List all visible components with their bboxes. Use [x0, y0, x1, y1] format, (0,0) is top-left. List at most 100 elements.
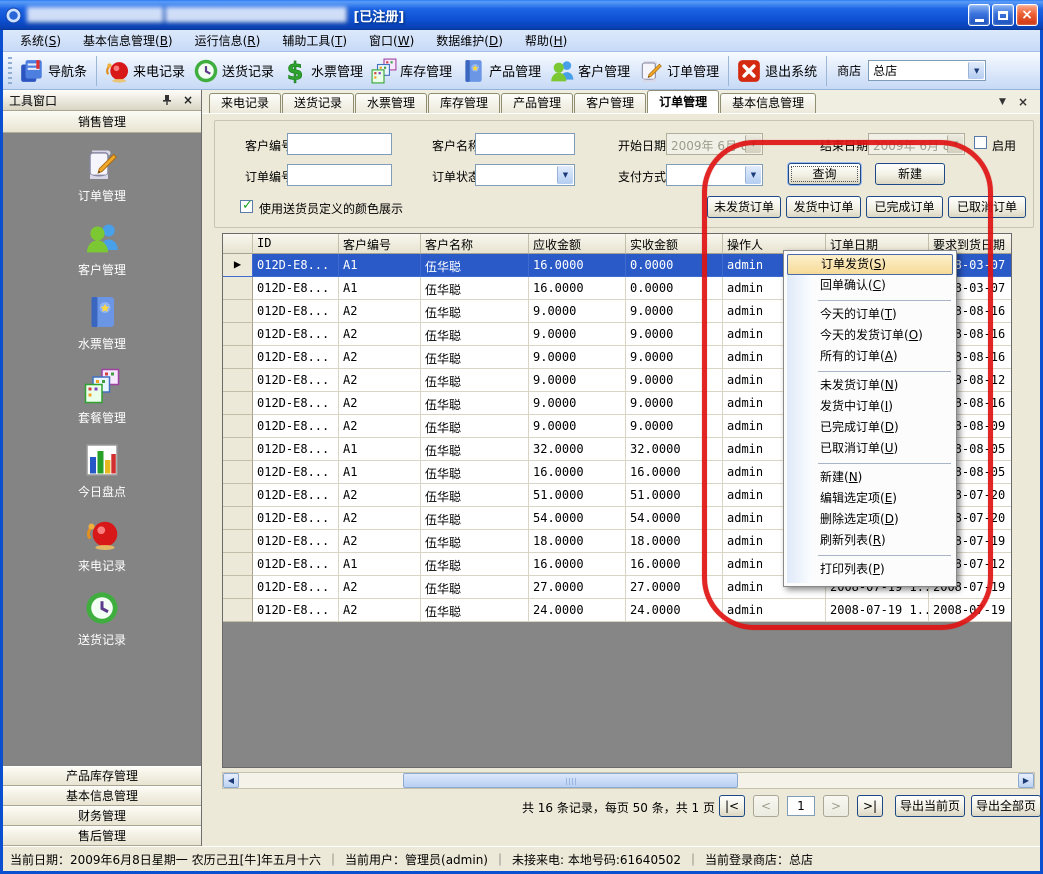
shop-combobox[interactable]: 总店▼	[868, 60, 986, 81]
toolbar-button-8[interactable]: 退出系统	[733, 56, 822, 86]
pay-method-select[interactable]: ▼	[666, 164, 763, 186]
row-selector-cell[interactable]	[223, 392, 253, 415]
context-menu-item-0[interactable]: 订单发货(S)	[787, 254, 953, 275]
enable-date-checkbox[interactable]	[974, 136, 987, 149]
table-row[interactable]: 012D-E8...A2伍华聪24.000024.0000admin2008-0…	[223, 599, 1011, 622]
sidebar-item-0[interactable]: 订单管理	[78, 146, 126, 204]
export-current-page-button[interactable]: 导出当前页	[895, 795, 965, 817]
customer-name-input[interactable]	[475, 133, 575, 155]
context-menu-item-15[interactable]: 刷新列表(R)	[787, 530, 953, 551]
toolbar-button-0[interactable]: 导航条	[16, 56, 92, 86]
order-status-filter-button-0[interactable]: 未发货订单	[707, 196, 781, 218]
row-selector-cell[interactable]	[223, 415, 253, 438]
row-selector-cell[interactable]	[223, 438, 253, 461]
context-menu-item-17[interactable]: 打印列表(P)	[787, 559, 953, 580]
menubar-item-2[interactable]: 运行信息(R)	[184, 30, 272, 52]
sidebar-item-3[interactable]: 套餐管理	[78, 368, 126, 426]
context-menu-item-10[interactable]: 已取消订单(U)	[787, 438, 953, 459]
row-selector-cell[interactable]	[223, 530, 253, 553]
export-all-pages-button[interactable]: 导出全部页	[971, 795, 1041, 817]
sidebar-section-3[interactable]: 售后管理	[3, 826, 201, 846]
context-menu-item-3[interactable]: 今天的订单(T)	[787, 304, 953, 325]
sidebar-section-1[interactable]: 基本信息管理	[3, 786, 201, 806]
toolbar-button-4[interactable]: 库存管理	[368, 56, 457, 86]
row-selector-cell[interactable]	[223, 507, 253, 530]
customer-no-input[interactable]	[287, 133, 392, 155]
order-status-filter-button-1[interactable]: 发货中订单	[786, 196, 861, 218]
context-menu-item-1[interactable]: 回单确认(C)	[787, 275, 953, 296]
tab-list-dropdown-icon[interactable]: ▼	[999, 97, 1006, 107]
menubar-item-0[interactable]: 系统(S)	[9, 30, 72, 52]
tab-1[interactable]: 送货记录	[282, 93, 354, 113]
sidebar-item-2[interactable]: 水票管理	[78, 294, 126, 352]
order-status-filter-button-3[interactable]: 已取消订单	[948, 196, 1026, 218]
first-page-button[interactable]: |<	[719, 795, 745, 817]
sidebar-item-1[interactable]: 客户管理	[78, 220, 126, 278]
tab-5[interactable]: 客户管理	[574, 93, 646, 113]
menubar-item-4[interactable]: 窗口(W)	[358, 30, 425, 52]
row-selector-cell[interactable]	[223, 277, 253, 300]
prev-page-button[interactable]: <	[753, 795, 779, 817]
pin-icon[interactable]	[161, 94, 173, 106]
maximize-button[interactable]	[992, 4, 1014, 26]
scrollbar-thumb[interactable]	[403, 773, 738, 788]
sidebar-section-0[interactable]: 产品库存管理	[3, 766, 201, 786]
row-selector-cell[interactable]	[223, 599, 253, 622]
row-selector-cell[interactable]	[223, 576, 253, 599]
row-selector-cell[interactable]	[223, 484, 253, 507]
next-page-button[interactable]: >	[823, 795, 849, 817]
minimize-button[interactable]	[968, 4, 990, 26]
toolbar-button-3[interactable]: $水票管理	[279, 56, 368, 86]
scroll-left-icon[interactable]: ◀	[223, 773, 239, 788]
context-menu-item-12[interactable]: 新建(N)	[787, 467, 953, 488]
tab-6[interactable]: 订单管理	[647, 90, 719, 113]
toolbar-button-6[interactable]: 客户管理	[546, 56, 635, 86]
tab-4[interactable]: 产品管理	[501, 93, 573, 113]
order-no-input[interactable]	[287, 164, 392, 186]
sidebar-item-6[interactable]: 送货记录	[78, 590, 126, 648]
tab-2[interactable]: 水票管理	[355, 93, 427, 113]
context-menu-item-9[interactable]: 已完成订单(D)	[787, 417, 953, 438]
row-selector-cell[interactable]	[223, 461, 253, 484]
row-selector-cell[interactable]	[223, 323, 253, 346]
page-number-input[interactable]: 1	[787, 796, 815, 816]
table-header-0[interactable]: ID	[253, 234, 339, 254]
tab-3[interactable]: 库存管理	[428, 93, 500, 113]
sidebar-section-sales[interactable]: 销售管理	[3, 111, 201, 133]
table-header-4[interactable]: 实收金额	[626, 234, 723, 254]
delivery-color-checkbox[interactable]	[240, 200, 253, 213]
row-selector-cell[interactable]	[223, 369, 253, 392]
context-menu-item-14[interactable]: 删除选定项(D)	[787, 509, 953, 530]
order-status-filter-button-2[interactable]: 已完成订单	[866, 196, 943, 218]
toolbar-button-5[interactable]: 产品管理	[457, 56, 546, 86]
menubar-item-6[interactable]: 帮助(H)	[514, 30, 578, 52]
menubar-item-1[interactable]: 基本信息管理(B)	[72, 30, 184, 52]
row-selector-cell[interactable]	[223, 300, 253, 323]
sidebar-item-5[interactable]: 来电记录	[78, 516, 126, 574]
menubar-item-3[interactable]: 辅助工具(T)	[271, 30, 358, 52]
tab-close-icon[interactable]: ×	[1018, 95, 1028, 109]
start-date-picker[interactable]: 2009年 6月 8日 ▼	[666, 133, 763, 155]
toolbar-button-7[interactable]: 订单管理	[635, 56, 724, 86]
menubar-item-5[interactable]: 数据维护(D)	[425, 30, 514, 52]
row-selector-cell[interactable]	[223, 553, 253, 576]
tab-0[interactable]: 来电记录	[209, 93, 281, 113]
sidebar-section-2[interactable]: 财务管理	[3, 806, 201, 826]
scroll-right-icon[interactable]: ▶	[1018, 773, 1034, 788]
tool-window-close-icon[interactable]: ×	[181, 93, 195, 107]
sidebar-item-4[interactable]: 今日盘点	[78, 442, 126, 500]
toolbar-button-2[interactable]: 送货记录	[190, 56, 279, 86]
row-selector-cell[interactable]	[223, 346, 253, 369]
tab-7[interactable]: 基本信息管理	[720, 93, 816, 113]
last-page-button[interactable]: >|	[857, 795, 883, 817]
close-button[interactable]: ×	[1016, 4, 1038, 26]
horizontal-scrollbar[interactable]: ◀ ▶	[222, 772, 1035, 789]
table-header-2[interactable]: 客户名称	[421, 234, 529, 254]
toolbar-button-1[interactable]: 来电记录	[101, 56, 190, 86]
context-menu-item-7[interactable]: 未发货订单(N)	[787, 375, 953, 396]
table-header-3[interactable]: 应收金额	[529, 234, 626, 254]
context-menu-item-13[interactable]: 编辑选定项(E)	[787, 488, 953, 509]
new-button[interactable]: 新建	[875, 163, 945, 185]
row-selector-arrow-icon[interactable]: ▶	[223, 254, 253, 277]
context-menu-item-4[interactable]: 今天的发货订单(O)	[787, 325, 953, 346]
